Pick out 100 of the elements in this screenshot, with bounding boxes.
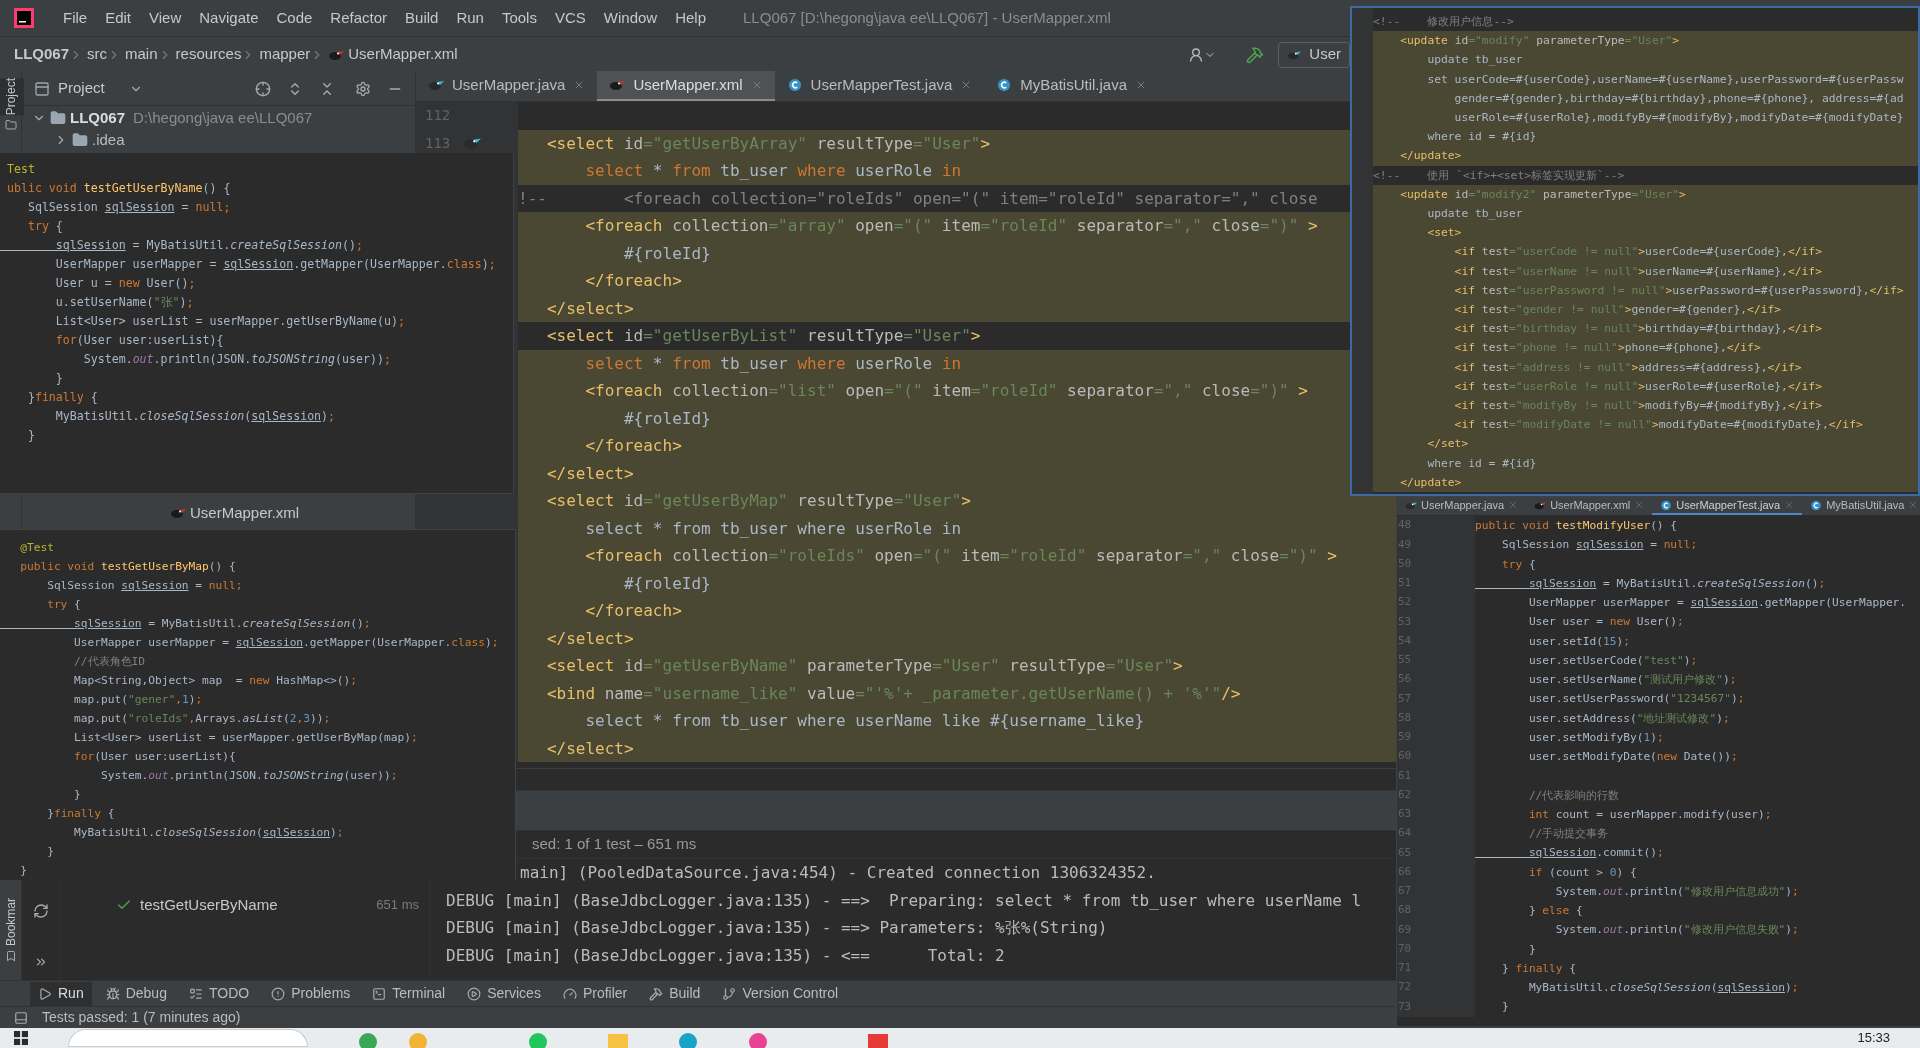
code-line: } — [1527, 941, 1536, 958]
code-line: System.out.println(JSON.toJSONString(user)); — [100, 768, 398, 784]
tool-tab[interactable]: Version Control — [714, 981, 847, 1006]
code-line: List<User> userList = userMapper.getUserByMap(map); — [73, 730, 418, 746]
breadcrumb-item[interactable]: mapper — [259, 43, 311, 66]
code-line: <!-- 修改用户信息--> — [1373, 14, 1515, 30]
breadcrumb-item[interactable]: resources — [175, 43, 242, 66]
clock: 15:33 — [1857, 1029, 1890, 1047]
breadcrumb-item[interactable]: main — [125, 43, 158, 66]
code-line: ublic void testGetUserByName() { — [5, 180, 231, 197]
bird-icon — [170, 506, 186, 520]
code-line: MyBatisUtil.closeSqlSession(sqlSession); — [73, 825, 344, 841]
code-line: UserMapper userMapper = sqlSession.getMapper(UserMapper.class); — [54, 256, 496, 273]
menu-item[interactable]: VCS — [545, 6, 595, 30]
code-line: System.out.println("修改用户信息失败"); — [1554, 922, 1799, 939]
breadcrumb-item[interactable]: LLQ067 — [14, 43, 70, 66]
code-line: map.put("gener",1); — [73, 692, 203, 708]
menu-item[interactable]: Code — [267, 6, 322, 30]
code-line: try { — [46, 597, 81, 613]
menu-item[interactable]: File — [54, 6, 97, 30]
code-line: Map<String,Object> map = new HashMap<>(); — [73, 673, 357, 689]
bookmarks-side-tab[interactable]: Bookmar — [1, 897, 20, 946]
tree-item[interactable]: UserMapper.xml — [170, 502, 300, 524]
tool-tab[interactable]: Run — [30, 981, 92, 1006]
editor-tab[interactable]: UserMapper.xml — [1526, 497, 1653, 515]
tool-tab[interactable]: Build — [641, 981, 709, 1006]
code-line: <!-- 使用 `<if>+<set>标签实现更新`--> — [1373, 167, 1626, 184]
tree-item[interactable]: .idea — [22, 130, 415, 150]
menu-item[interactable]: Navigate — [190, 6, 268, 30]
tool-tab[interactable]: Terminal — [364, 981, 454, 1006]
code-line: }finally { — [26, 389, 98, 406]
breadcrumb-item[interactable]: src — [87, 43, 108, 66]
status-text: Tests passed: 1 (7 minutes ago) — [42, 1008, 241, 1027]
list-icon — [188, 986, 203, 1001]
menu-item[interactable]: Window — [594, 6, 667, 30]
menu-item[interactable]: Edit — [96, 6, 141, 30]
editor-tab[interactable]: UserMapper.java — [1397, 497, 1527, 515]
tree-item[interactable]: LLQ067 D:\hegong\java ee\LLQ067 — [22, 106, 415, 130]
code-line: Test — [5, 161, 35, 178]
editor-tab[interactable]: UserMapper.java — [416, 71, 598, 101]
tool-tab[interactable]: Services — [459, 981, 549, 1006]
code-line: } — [73, 787, 81, 803]
code-line: sqlSession = MyBatisUtil.createSqlSession(); — [1527, 575, 1826, 592]
play-icon — [38, 986, 52, 1001]
class-icon — [1660, 499, 1673, 511]
code-line: } else { — [1527, 903, 1583, 919]
search-field[interactable] — [68, 1029, 308, 1047]
tool-tab[interactable]: Profiler — [554, 981, 636, 1006]
menu-item[interactable]: Help — [666, 6, 716, 30]
code-line: user.setUserCode("test"); — [1527, 652, 1698, 669]
locate-icon[interactable] — [255, 80, 271, 97]
breadcrumb-item[interactable]: UserMapper.xml — [348, 43, 458, 66]
console-line: DEBUG [main] (BaseJdbcLogger.java:135) - ==> Preparing: select * from tb_user where userName l — [446, 889, 1362, 912]
console-line: DEBUG [main] (BaseJdbcLogger.java:135) - ==> Parameters: %张%(String) — [446, 917, 1108, 939]
code-line: int count = userMapper.modify(user); — [1527, 806, 1772, 823]
editor-tab[interactable]: UserMapperTest.java — [774, 71, 985, 101]
code-line: } — [54, 370, 63, 387]
editor-tab[interactable]: UserMapperTest.java — [1652, 497, 1803, 515]
code-line: map.put("roleIds",Arrays.asList(2,3)); — [73, 711, 331, 727]
tool-tab[interactable]: TODO — [180, 981, 258, 1006]
code-line: try { — [26, 218, 63, 235]
class-icon — [1810, 499, 1823, 511]
settings-icon[interactable] — [355, 80, 371, 97]
bird-icon — [463, 136, 481, 151]
account-button[interactable] — [1188, 46, 1217, 63]
code-line: List<User> userList = userMapper.getUserByName(u); — [54, 313, 405, 330]
layout-icon[interactable] — [14, 1010, 28, 1025]
menu-item[interactable]: Tools — [492, 6, 546, 30]
windows-logo-icon[interactable] — [14, 1031, 28, 1045]
code-line: SqlSession sqlSession = null; — [46, 578, 243, 594]
test-item[interactable]: testGetUserByName 651 ms — [60, 893, 429, 917]
panel-title[interactable]: Project — [58, 77, 105, 100]
person-icon — [1188, 46, 1205, 63]
code-line: //代表影响的行数 — [1527, 787, 1620, 804]
code-line: sqlSession = MyBatisUtil.createSqlSession(); — [73, 616, 371, 632]
code-line: //代表角色ID — [73, 654, 146, 670]
code-line: sqlSession.commit(); — [1527, 845, 1664, 862]
editor-tab[interactable]: MyBatisUtil.java — [984, 71, 1160, 101]
menu-item[interactable]: Run — [447, 6, 493, 30]
app-logo-icon[interactable] — [14, 8, 34, 28]
code-line: } — [19, 863, 27, 879]
code-line: user.setModifyDate(new Date()); — [1527, 749, 1738, 765]
menu-item[interactable]: Build — [396, 6, 448, 30]
code-line: System.out.println("修改用户信息成功"); — [1554, 883, 1799, 900]
bookmark-icon — [4, 950, 17, 962]
project-side-tab[interactable]: Project — [0, 78, 24, 116]
code-line: @Test — [19, 540, 54, 556]
test-summary: sed: 1 of 1 test – 651 ms — [532, 834, 697, 855]
tool-tab[interactable]: Problems — [263, 981, 359, 1006]
menu-item[interactable]: View — [140, 6, 191, 30]
editor-tab[interactable]: UserMapper.xml — [597, 71, 775, 101]
folder-icon — [4, 119, 17, 132]
editor-tab[interactable]: MyBatisUtil.java — [1802, 497, 1920, 515]
rerun-icon[interactable] — [32, 903, 49, 919]
code-line: System.out.println(JSON.toJSONString(user)); — [82, 351, 391, 368]
bird-icon — [428, 78, 444, 92]
tool-tab[interactable]: Debug — [97, 981, 175, 1006]
code-line: } — [46, 844, 54, 860]
hammer-icon[interactable] — [1246, 45, 1265, 64]
menu-item[interactable]: Refactor — [321, 6, 397, 30]
